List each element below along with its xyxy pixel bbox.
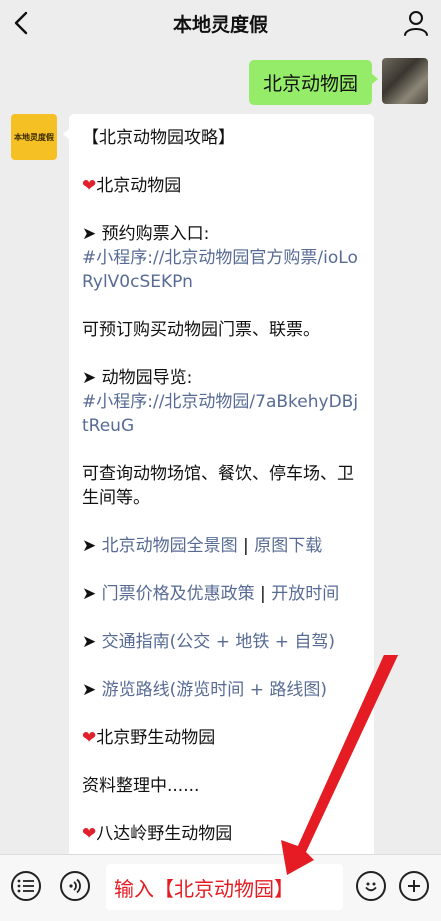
reply-title: 【北京动物园攻略】 (82, 128, 235, 148)
section2-desc: 资料整理中...... (82, 776, 200, 796)
outgoing-message: 北京动物园 (248, 58, 428, 105)
route-line: ➤ 游览路线(游览时间 + 路线图) (82, 678, 361, 702)
guide-label: 动物园导览: (101, 368, 193, 388)
arrow-icon: ➤ (82, 584, 102, 604)
top-bar: 本地灵度假 (0, 0, 441, 46)
reply-bubble[interactable]: 【北京动物园攻略】 ❤北京动物园 ➤ 预约购票入口: #小程序://北京动物园官… (63, 114, 374, 854)
booking-desc: 可预订购买动物园门票、联票。 (82, 320, 320, 340)
arrow-icon: ➤ (82, 680, 102, 700)
traffic-link[interactable]: 交通指南(公交 + 地铁 + 自驾) (102, 632, 335, 652)
chat-title: 本地灵度假 (172, 13, 268, 36)
arrow-icon: ➤ (82, 632, 102, 652)
bot-avatar[interactable]: 本地灵度假 (11, 114, 57, 160)
booking-link[interactable]: #小程序://北京动物园官方购票/ioLoRylV0cSEKPn (82, 246, 361, 294)
emoji-icon[interactable] (356, 871, 386, 901)
plus-icon[interactable] (399, 871, 429, 901)
ticket-price-link[interactable]: 门票价格及优惠政策 (102, 584, 255, 604)
section-heading-wildlife: ❤北京野生动物园 (82, 728, 216, 748)
person-icon[interactable] (403, 9, 429, 37)
menu-list-icon[interactable] (11, 871, 41, 901)
panorama-links: ➤ 北京动物园全景图 | 原图下载 (82, 536, 323, 556)
heart-icon: ❤ (82, 728, 97, 748)
arrow-icon: ➤ (82, 536, 102, 556)
guide-block: ➤ 动物园导览: #小程序://北京动物园/7aBkehyDBjtReuG (82, 366, 361, 438)
panorama-link[interactable]: 北京动物园全景图 (102, 536, 238, 556)
route-link[interactable]: 游览路线(游览时间 + 路线图) (102, 680, 327, 700)
opening-hours-link[interactable]: 开放时间 (271, 584, 339, 604)
heart-icon: ❤ (82, 176, 97, 196)
chat-area[interactable]: 北京动物园 本地灵度假 【北京动物园攻略】 ❤北京动物园 ➤ 预约购票入口: #… (0, 46, 441, 854)
arrow-icon: ➤ (82, 224, 102, 244)
bot-avatar-text: 本地灵度假 (14, 132, 54, 142)
arrow-icon: ➤ (82, 368, 102, 388)
traffic-line: ➤ 交通指南(公交 + 地铁 + 自驾) (82, 630, 361, 654)
input-bar: 输入【北京动物园】 (0, 854, 441, 921)
message-input[interactable]: 输入【北京动物园】 (106, 864, 343, 910)
guide-desc: 可查询动物场馆、餐饮、停车场、卫生间等。 (82, 464, 354, 508)
section-heading-beijing-zoo: ❤北京动物园 (82, 176, 182, 196)
user-avatar[interactable] (382, 58, 428, 104)
back-chevron-icon[interactable] (10, 9, 34, 37)
section-heading-badaling: ❤八达岭野生动物园 (82, 824, 233, 844)
booking-block: ➤ 预约购票入口: #小程序://北京动物园官方购票/ioLoRylV0cSEK… (82, 222, 361, 294)
download-link[interactable]: 原图下载 (254, 536, 322, 556)
ticket-links: ➤ 门票价格及优惠政策 | 开放时间 (82, 584, 340, 604)
booking-label: 预约购票入口: (101, 224, 210, 244)
guide-link[interactable]: #小程序://北京动物园/7aBkehyDBjtReuG (82, 390, 361, 438)
voice-icon[interactable] (60, 871, 90, 901)
heart-icon: ❤ (82, 824, 97, 844)
outgoing-bubble[interactable]: 北京动物园 (248, 60, 379, 105)
incoming-message: 本地灵度假 【北京动物园攻略】 ❤北京动物园 ➤ 预约购票入口: #小程序://… (11, 114, 374, 854)
